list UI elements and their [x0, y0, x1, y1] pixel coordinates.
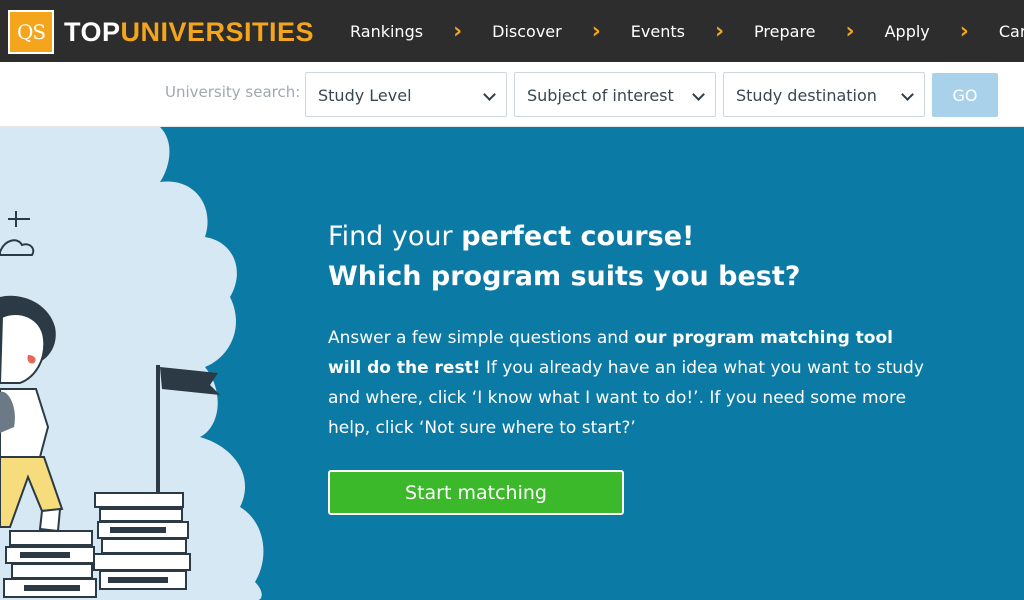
nav-apply[interactable]: Apply [885, 22, 930, 41]
chevron-right-icon [846, 19, 855, 44]
nav-rankings[interactable]: Rankings [350, 22, 423, 41]
chevron-right-icon [960, 19, 969, 44]
nav-prepare[interactable]: Prepare [754, 22, 815, 41]
brand-name: TOPUNIVERSITIES [64, 16, 315, 47]
nav-events[interactable]: Events [631, 22, 685, 41]
course-matcher-hero: Find your perfect course! Which program … [0, 127, 1024, 600]
search-label: University search: [165, 83, 301, 101]
chevron-down-icon [901, 88, 914, 101]
nav-discover[interactable]: Discover [492, 22, 562, 41]
study-destination-select[interactable]: Study destination [723, 72, 925, 117]
university-search-bar: University search: Study Level Subject o… [0, 62, 1024, 127]
chevron-down-icon [692, 88, 705, 101]
chevron-down-icon [483, 88, 496, 101]
topuniversities-logo[interactable]: QS TOPUNIVERSITIES [8, 10, 314, 54]
chevron-right-icon [453, 19, 462, 44]
main-nav: Rankings Discover Events Prepare Apply C… [350, 0, 1024, 62]
qs-logo-mark: QS [8, 10, 54, 54]
hero-heading: Find your perfect course! Which program … [328, 221, 801, 292]
go-button[interactable]: GO [932, 73, 998, 117]
subject-of-interest-select[interactable]: Subject of interest [514, 72, 716, 117]
study-level-select[interactable]: Study Level [305, 72, 507, 117]
chevron-right-icon [592, 19, 601, 44]
hero-description: Answer a few simple questions and our pr… [328, 328, 924, 438]
chevron-right-icon [715, 19, 724, 44]
top-navigation-bar: QS TOPUNIVERSITIES Rankings Discover Eve… [0, 0, 1024, 62]
start-matching-button[interactable]: Start matching [328, 470, 624, 515]
nav-careers[interactable]: Careers [999, 22, 1024, 41]
